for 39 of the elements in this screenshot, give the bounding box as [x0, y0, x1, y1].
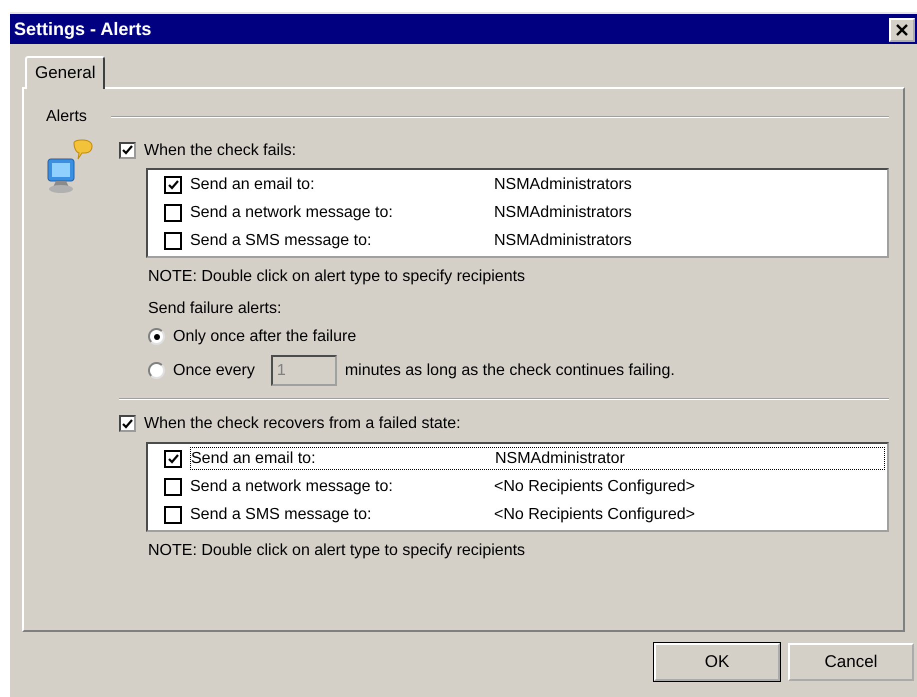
- checkmark-icon: [168, 180, 178, 190]
- close-button[interactable]: [889, 18, 915, 42]
- section-checkbox-label[interactable]: When the check recovers from a failed state:: [144, 414, 461, 434]
- radio-label[interactable]: Only once after the failure: [173, 327, 356, 346]
- recipient: NSMAdministrators: [494, 175, 632, 194]
- frequency-label: Send failure alerts:: [148, 298, 282, 318]
- checkbox[interactable]: [164, 176, 182, 194]
- note-text: NOTE: Double click on alert type to specify recipients: [148, 266, 526, 286]
- interval-suffix: minutes as long as the check continues failing.: [344, 361, 675, 380]
- recipient: NSMAdministrators: [494, 231, 632, 250]
- close-icon: [896, 24, 908, 36]
- checkmark-icon: [168, 454, 178, 464]
- checkmark-icon: [122, 145, 133, 156]
- window-title: Settings - Alerts: [14, 19, 152, 41]
- recipient: <No Recipients Configured>: [494, 504, 696, 524]
- radio-button[interactable]: [148, 328, 165, 346]
- checkbox[interactable]: [119, 415, 136, 432]
- checkmark-icon: [122, 418, 133, 429]
- checkbox[interactable]: [119, 142, 136, 159]
- group-label: Alerts: [46, 107, 87, 127]
- note-text: NOTE: Double click on alert type to specify recipients: [148, 540, 526, 560]
- alert-type[interactable]: Send an email to:: [190, 175, 494, 194]
- alert-type[interactable]: Send an email to:: [191, 448, 495, 468]
- recipient: NSMAdministrator: [495, 448, 625, 468]
- checkbox[interactable]: [164, 478, 182, 496]
- tab[interactable]: General: [25, 56, 106, 90]
- checkbox[interactable]: [164, 232, 182, 250]
- checkbox[interactable]: [164, 506, 182, 524]
- recipient: <No Recipients Configured>: [494, 476, 696, 496]
- checkbox[interactable]: [164, 450, 182, 468]
- section-checkbox-label[interactable]: When the check fails:: [144, 140, 296, 160]
- recipient: NSMAdministrators: [494, 203, 632, 222]
- alert-type[interactable]: Send a SMS message to:: [190, 231, 494, 250]
- alert-type[interactable]: Send a network message to:: [190, 203, 494, 222]
- dialog-button[interactable]: OK: [654, 643, 780, 682]
- dialog-button[interactable]: Cancel: [788, 643, 914, 682]
- checkbox[interactable]: [164, 204, 182, 222]
- alert-type[interactable]: Send a network message to:: [190, 476, 494, 496]
- alert-type[interactable]: Send a SMS message to:: [190, 504, 494, 524]
